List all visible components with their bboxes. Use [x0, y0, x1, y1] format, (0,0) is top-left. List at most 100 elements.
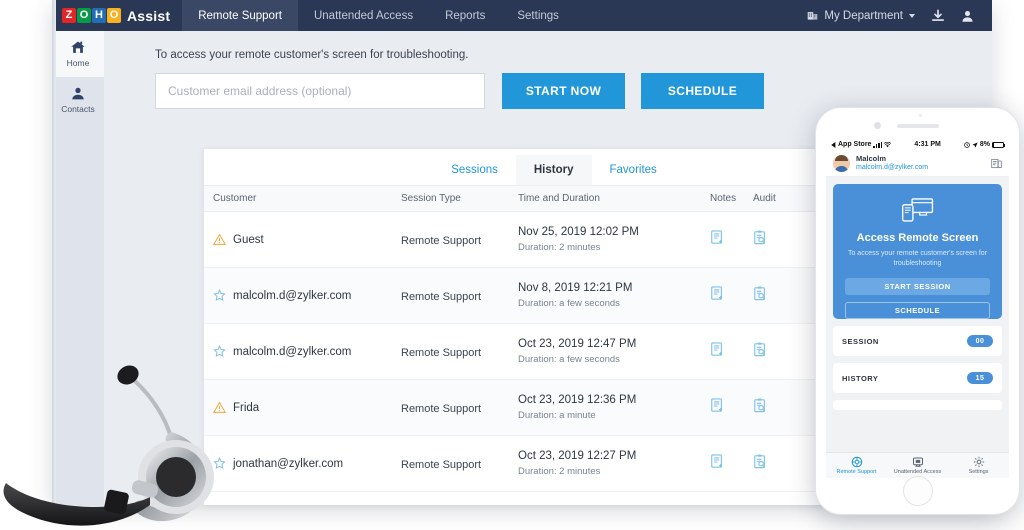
add-note-icon[interactable]	[710, 454, 724, 469]
add-note-icon[interactable]	[710, 286, 724, 301]
tab-history[interactable]: History	[516, 155, 592, 185]
phone-history-row[interactable]: HISTORY 15	[833, 363, 1002, 393]
phone-tab-unattended-access[interactable]: Unattended Access	[887, 456, 948, 476]
unattended-access-icon	[912, 456, 924, 468]
add-note-icon[interactable]	[710, 230, 724, 245]
user-profile-icon[interactable]	[961, 9, 974, 23]
customer-cell: Frida	[213, 401, 401, 414]
phone-session-row[interactable]: SESSION 00	[833, 326, 1002, 356]
chevron-down-icon	[909, 14, 915, 18]
table-row[interactable]: jonathan@zylker.comRemote SupportOct 23,…	[204, 436, 904, 492]
phone-home-button[interactable]	[903, 476, 933, 506]
earpiece-speaker	[897, 124, 939, 128]
session-duration: Duration: a few seconds	[518, 298, 710, 309]
top-navigation-bar: Z O H O Assist Remote Support Unattended…	[52, 0, 992, 31]
table-row[interactable]: FridaRemote SupportOct 23, 2019 12:36 PM…	[204, 380, 904, 436]
start-session-panel: To access your remote customer's screen …	[104, 31, 992, 109]
column-header-notes: Notes	[710, 193, 753, 204]
hero-title: Access Remote Screen	[857, 232, 979, 244]
audit-button[interactable]	[753, 232, 767, 249]
start-now-button[interactable]: START NOW	[502, 73, 625, 109]
tab-sessions[interactable]: Sessions	[433, 155, 516, 185]
schedule-button[interactable]: SCHEDULE	[641, 73, 764, 109]
customer-cell: malcolm.d@zylker.com	[213, 289, 401, 302]
warning-icon	[213, 233, 226, 246]
screenshot-stage: Z O H O Assist Remote Support Unattended…	[0, 0, 1024, 530]
headset-decoration-image	[0, 355, 230, 530]
phone-status-bar: App Store 4:31 PM	[826, 138, 1009, 151]
battery-icon	[992, 142, 1004, 148]
phone-schedule-button[interactable]: SCHEDULE	[845, 302, 990, 319]
audit-log-icon[interactable]	[753, 454, 767, 469]
table-header-row: Customer Session Type Time and Duration …	[204, 186, 904, 212]
customer-name: Guest	[233, 234, 264, 246]
audit-log-icon[interactable]	[753, 342, 767, 357]
audit-log-icon[interactable]	[753, 398, 767, 413]
sidebar-item-contacts[interactable]: Contacts	[52, 77, 104, 123]
phone-tab-settings[interactable]: Settings	[948, 456, 1009, 476]
notes-button[interactable]	[710, 456, 724, 473]
sidebar-item-home[interactable]: Home	[52, 31, 104, 77]
nav-item-unattended-access[interactable]: Unattended Access	[298, 0, 429, 31]
audit-button[interactable]	[753, 456, 767, 473]
customer-name: malcolm.d@zylker.com	[233, 290, 351, 302]
audit-button[interactable]	[753, 288, 767, 305]
audit-button[interactable]	[753, 344, 767, 361]
department-label: My Department	[824, 10, 903, 22]
department-selector[interactable]: My Department	[807, 10, 915, 22]
status-bar-carrier: App Store	[838, 141, 871, 148]
star-icon[interactable]	[213, 289, 226, 302]
nav-item-remote-support[interactable]: Remote Support	[182, 0, 298, 31]
notes-button[interactable]	[710, 288, 724, 305]
session-duration: Duration: a few seconds	[518, 354, 710, 365]
notes-button[interactable]	[710, 344, 724, 361]
contacts-icon	[70, 86, 86, 101]
customer-name: Frida	[233, 402, 259, 414]
nav-item-settings[interactable]: Settings	[501, 0, 575, 31]
table-row[interactable]: GuestRemote SupportNov 25, 2019 12:02 PM…	[204, 212, 904, 268]
notes-button[interactable]	[710, 232, 724, 249]
phone-list-row-partial[interactable]	[833, 400, 1002, 410]
session-duration: Duration: 2 minutes	[518, 242, 710, 253]
add-note-icon[interactable]	[710, 342, 724, 357]
column-header-customer: Customer	[204, 193, 401, 204]
customer-cell: Guest	[213, 233, 401, 246]
phone-tab-unattended-access-label: Unattended Access	[894, 469, 941, 475]
audit-log-icon[interactable]	[753, 286, 767, 301]
intro-description: To access your remote customer's screen …	[155, 49, 992, 61]
start-session-form: START NOW SCHEDULE	[155, 73, 992, 109]
battery-percent-label: 8%	[980, 141, 990, 148]
table-row[interactable]: malcolm.d@zylker.comRemote SupportNov 8,…	[204, 268, 904, 324]
front-camera-icon	[874, 122, 881, 129]
phone-tab-remote-support[interactable]: Remote Support	[826, 456, 887, 476]
notes-button[interactable]	[710, 400, 724, 417]
phone-tab-settings-label: Settings	[969, 469, 989, 475]
zoho-assist-logo[interactable]: Z O H O Assist	[52, 0, 182, 31]
devices-icon[interactable]	[991, 158, 1002, 169]
nav-item-reports[interactable]: Reports	[429, 0, 501, 31]
phone-history-count-badge: 15	[967, 372, 993, 384]
nav-right-group: My Department	[807, 0, 992, 31]
logo-tile-o2: O	[107, 8, 121, 23]
customer-email-input[interactable]	[155, 73, 485, 109]
phone-account-text: Malcolm malcolm.d@zylker.com	[856, 154, 928, 172]
download-icon[interactable]	[931, 9, 945, 23]
signal-bars-icon	[873, 142, 882, 148]
nav-item-list: Remote Support Unattended Access Reports…	[182, 0, 575, 31]
remote-screen-icon	[901, 197, 935, 223]
add-note-icon[interactable]	[710, 398, 724, 413]
start-session-button[interactable]: START SESSION	[845, 278, 990, 295]
phone-tab-remote-support-label: Remote Support	[836, 469, 876, 475]
table-row[interactable]: malcolm.d@zylker.comRemote SupportOct 23…	[204, 324, 904, 380]
audit-log-icon[interactable]	[753, 230, 767, 245]
phone-account-header: Malcolm malcolm.d@zylker.com	[826, 151, 1009, 177]
zoho-logo-tiles: Z O H O	[62, 8, 121, 23]
alarm-icon	[964, 142, 970, 148]
customer-cell: jonathan@zylker.com	[213, 457, 401, 470]
sessions-card: Sessions History Favorites Customer Sess…	[204, 149, 904, 505]
back-arrow-icon[interactable]	[831, 142, 836, 148]
tab-favorites[interactable]: Favorites	[592, 155, 675, 185]
sidebar-item-contacts-label: Contacts	[61, 104, 95, 114]
logo-tile-z: Z	[62, 8, 76, 23]
audit-button[interactable]	[753, 400, 767, 417]
